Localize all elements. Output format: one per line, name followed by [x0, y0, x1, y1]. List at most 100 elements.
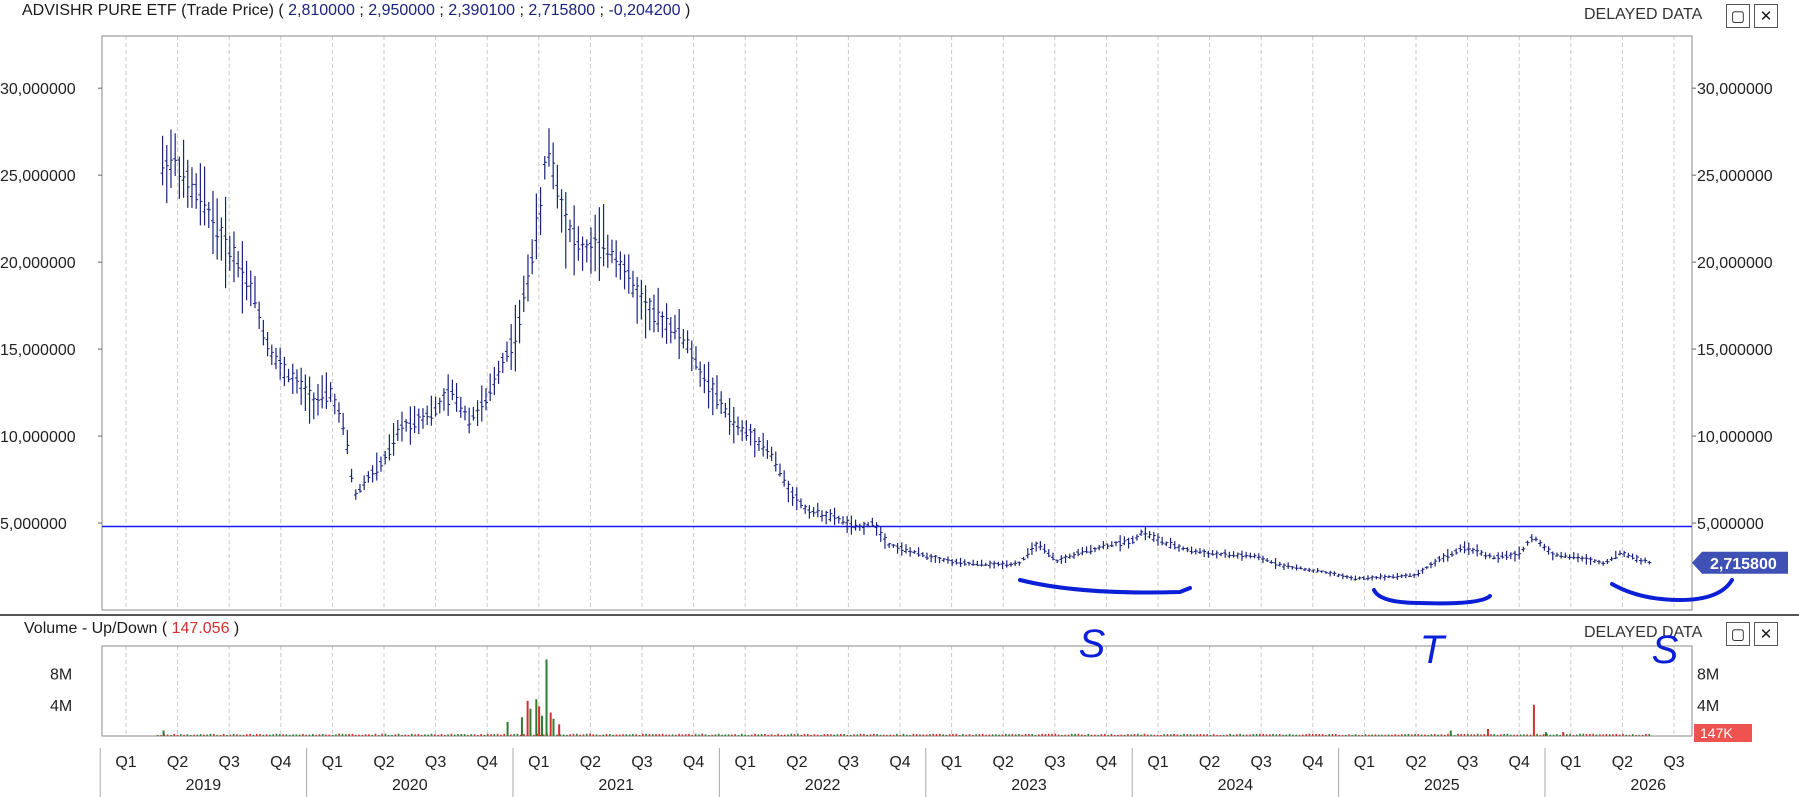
volume-bar-down: [1397, 734, 1400, 736]
volume-bar-up: [483, 734, 486, 736]
volume-bar-up: [460, 733, 463, 736]
volume-bar-down: [599, 735, 601, 736]
volume-bar-up: [1239, 733, 1241, 736]
volume-bar-up: [1189, 734, 1192, 736]
volume-bar-down: [774, 734, 776, 736]
volume-bar-up: [1546, 733, 1548, 736]
x-tick-label-quarter: Q2: [167, 754, 188, 771]
volume-bar-down: [655, 734, 657, 736]
volume-bar-down: [813, 734, 816, 736]
volume-bar-down: [1434, 734, 1436, 736]
x-tick-label-quarter: Q2: [580, 754, 601, 771]
volume-bar-up: [298, 734, 301, 736]
volume-bar-down: [1318, 734, 1321, 736]
x-tick-label-quarter: Q3: [425, 754, 446, 771]
volume-bar-up: [645, 733, 647, 736]
volume-bar-down: [1513, 734, 1515, 736]
price-panel: ADVISHR PURE ETF (Trade Price) ( 2,81000…: [0, 0, 1799, 615]
close-icon[interactable]: ✕: [1754, 4, 1778, 28]
volume-bar-up: [463, 734, 466, 736]
volume-close-icon[interactable]: ✕: [1754, 622, 1778, 646]
volume-bar-up: [545, 659, 548, 736]
volume-bar-down: [988, 734, 991, 736]
volume-bar-down: [965, 734, 968, 736]
volume-bar-up: [1519, 734, 1522, 736]
volume-bar-up: [262, 734, 265, 736]
volume-bar-down: [1628, 734, 1631, 736]
volume-bar-down: [1203, 734, 1205, 736]
volume-bar-down: [1470, 734, 1472, 736]
volume-bar-down: [259, 733, 261, 736]
volume-bar-down: [229, 734, 232, 736]
volume-bar-up: [1476, 733, 1479, 736]
volume-maximize-icon[interactable]: ▢: [1726, 622, 1750, 646]
volume-bar-up: [397, 733, 400, 736]
volume-bar-down: [477, 735, 479, 736]
volume-bar-down: [1321, 734, 1324, 736]
volume-bar-up: [269, 734, 271, 736]
volume-bar-up: [671, 734, 674, 736]
volume-bar-up: [1562, 733, 1565, 736]
volume-bar-down: [589, 733, 591, 736]
x-tick-label-year: 2019: [186, 777, 222, 794]
volume-bar-up: [1170, 734, 1172, 736]
volume-bar-down: [1041, 733, 1043, 736]
volume-bar-up: [757, 734, 760, 736]
volume-last-badge: [1694, 724, 1752, 742]
volume-bar-up: [849, 734, 852, 736]
volume-bar-up: [559, 734, 562, 736]
maximize-icon[interactable]: ▢: [1726, 4, 1750, 28]
volume-bar-up: [602, 734, 605, 736]
volume-bar-up: [156, 734, 159, 736]
volume-bar-up: [1229, 733, 1232, 736]
volume-bar-down: [1384, 734, 1387, 736]
volume-bar-up: [430, 733, 433, 736]
volume-bar-down: [780, 734, 783, 736]
volume-bar-down: [1038, 734, 1040, 736]
volume-bar-down: [539, 734, 542, 736]
volume-bar-up: [1328, 734, 1331, 736]
volume-tick-label-left: 4M: [50, 698, 72, 715]
volume-bar-up: [520, 717, 523, 736]
volume-bar-up: [506, 721, 509, 736]
volume-bar-up: [1549, 734, 1552, 736]
volume-bar-down: [1460, 734, 1463, 736]
volume-bar-up: [724, 734, 727, 736]
volume-bar-up: [1582, 733, 1585, 736]
volume-bar-down: [1440, 734, 1443, 736]
volume-bar-up: [453, 734, 456, 736]
volume-bar-up: [1437, 734, 1439, 736]
volume-bar-up: [1486, 734, 1489, 736]
volume-bar-down: [163, 734, 166, 736]
volume-bar-down: [526, 700, 529, 736]
volume-bar-up: [427, 734, 430, 736]
volume-bar-down: [1127, 734, 1129, 736]
volume-bar-down: [1113, 734, 1116, 736]
volume-bar-down: [1120, 734, 1123, 736]
volume-bar-down: [1401, 734, 1403, 736]
volume-bar-up: [1272, 733, 1274, 736]
volume-bar-down: [315, 734, 317, 736]
volume-bar-down: [1166, 733, 1169, 736]
volume-bar-down: [249, 733, 251, 736]
volume-bar-down: [381, 733, 383, 736]
volume-bar-down: [807, 733, 809, 736]
x-tick-label-quarter: Q1: [115, 754, 136, 771]
x-tick-label-quarter: Q4: [683, 754, 704, 771]
volume-bar-up: [170, 735, 172, 736]
x-tick-label-quarter: Q1: [941, 754, 962, 771]
open-value: 2,810000: [288, 2, 355, 19]
volume-bar-up: [189, 734, 192, 736]
volume-bar-up: [401, 735, 403, 736]
volume-bar-down: [1641, 734, 1644, 736]
volume-bar-up: [411, 733, 413, 736]
volume-tick-label-right: 4M: [1697, 698, 1719, 715]
volume-bar-up: [721, 734, 723, 736]
volume-bar-up: [312, 733, 314, 736]
volume-bar-down: [417, 733, 420, 736]
annotation-letter: S: [1079, 622, 1106, 666]
volume-bar-up: [1140, 734, 1142, 736]
x-tick-label-year: 2022: [805, 777, 841, 794]
change-value: -0,204200: [608, 2, 681, 19]
volume-bar-up: [321, 734, 324, 736]
